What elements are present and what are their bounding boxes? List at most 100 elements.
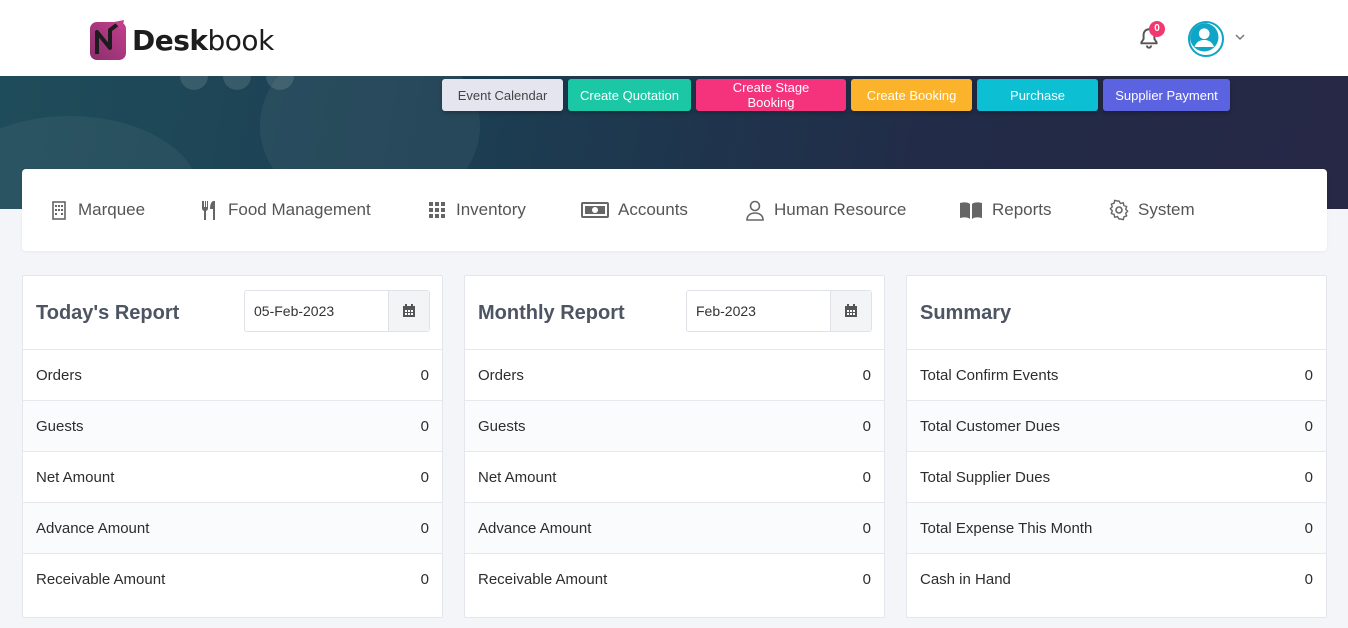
row-value: 0: [862, 571, 871, 588]
table-row: Net Amount 0: [465, 452, 884, 503]
module-label: Reports: [992, 200, 1052, 219]
module-reports[interactable]: Reports: [958, 199, 1052, 221]
logo-text-desk: Desk: [132, 23, 208, 57]
card-title: Today's Report: [36, 302, 180, 324]
row-value: 0: [1304, 417, 1313, 435]
quick-actions: Event Calendar Create Quotation Create S…: [442, 79, 1230, 111]
row-value: 0: [420, 417, 429, 435]
book-icon: [960, 202, 982, 219]
month-picker[interactable]: Feb-2023: [686, 290, 872, 332]
module-label: Inventory: [456, 200, 526, 219]
row-value: 0: [1304, 468, 1313, 486]
building-icon: [52, 201, 66, 220]
card-header: Monthly Report Feb-2023: [465, 276, 884, 350]
row-value: 0: [420, 519, 429, 537]
row-label: Net Amount: [36, 468, 115, 486]
table-row: Advance Amount 0: [465, 503, 884, 554]
table-row: Total Customer Dues 0: [907, 401, 1326, 452]
row-value: 0: [420, 468, 429, 486]
table-row: Total Expense This Month 0: [907, 503, 1326, 554]
row-label: Advance Amount: [478, 519, 592, 537]
module-food-management[interactable]: Food Management: [198, 199, 371, 221]
row-label: Cash in Hand: [920, 571, 1011, 588]
table-row: Guests 0: [23, 401, 442, 452]
row-label: Orders: [478, 366, 524, 384]
date-picker[interactable]: 05-Feb-2023: [244, 290, 430, 332]
table-row: Cash in Hand 0: [907, 554, 1326, 605]
user-icon: [1190, 23, 1219, 52]
logo-mark-icon: [90, 20, 126, 60]
notification-badge: 0: [1149, 21, 1165, 37]
card-header: Summary: [907, 276, 1326, 350]
module-nav: Marquee Food Management Inventory Accoun…: [22, 169, 1327, 251]
create-stage-booking-button[interactable]: Create Stage Booking: [696, 79, 846, 111]
row-value: 0: [862, 366, 871, 384]
row-value: 0: [420, 571, 429, 588]
module-accounts[interactable]: Accounts: [580, 199, 688, 221]
chevron-down-icon[interactable]: [1234, 31, 1246, 43]
row-value: 0: [1304, 519, 1313, 537]
calendar-button[interactable]: [830, 291, 871, 331]
module-marquee[interactable]: Marquee: [48, 199, 145, 221]
row-value: 0: [420, 366, 429, 384]
month-field[interactable]: Feb-2023: [687, 291, 830, 331]
card-title: Monthly Report: [478, 302, 625, 324]
row-label: Guests: [478, 417, 526, 435]
money-icon: [581, 202, 609, 218]
table-row: Advance Amount 0: [23, 503, 442, 554]
module-inventory[interactable]: Inventory: [426, 199, 526, 221]
row-label: Total Supplier Dues: [920, 468, 1051, 486]
create-quotation-button[interactable]: Create Quotation: [568, 79, 691, 111]
table-row: Receivable Amount 0: [23, 554, 442, 605]
report-rows: Orders 0 Guests 0 Net Amount 0 Advance Amou…: [465, 350, 884, 605]
module-label: Food Management: [228, 200, 371, 219]
row-label: Total Customer Dues: [920, 417, 1061, 435]
calendar-icon: [845, 304, 857, 317]
row-value: 0: [862, 468, 871, 486]
person-icon: [746, 200, 764, 221]
hero-dot: [180, 76, 208, 90]
row-label: Orders: [36, 366, 82, 384]
logo-text-book: book: [207, 23, 275, 57]
row-label: Total Expense This Month: [920, 519, 1093, 537]
table-row: Total Supplier Dues 0: [907, 452, 1326, 503]
table-row: Orders 0: [465, 350, 884, 401]
utensils-icon: [201, 201, 215, 220]
gear-icon: [1109, 199, 1129, 221]
summary-card: Summary Total Confirm Events 0 Total Cust…: [906, 275, 1327, 618]
create-booking-button[interactable]: Create Booking: [851, 79, 972, 111]
card-header: Today's Report 05-Feb-2023: [23, 276, 442, 350]
calendar-button[interactable]: [388, 291, 429, 331]
row-label: Total Confirm Events: [920, 366, 1059, 384]
summary-rows: Total Confirm Events 0 Total Customer Due…: [907, 350, 1326, 605]
user-avatar[interactable]: [1188, 21, 1224, 57]
module-label: Accounts: [618, 200, 688, 219]
card-title: Summary: [920, 302, 1012, 324]
event-calendar-button[interactable]: Event Calendar: [442, 79, 563, 111]
todays-report-card: Today's Report 05-Feb-2023 Orders 0 Guest…: [22, 275, 443, 618]
supplier-payment-button[interactable]: Supplier Payment: [1103, 79, 1230, 111]
row-label: Net Amount: [478, 468, 557, 486]
table-row: Orders 0: [23, 350, 442, 401]
module-human-resource[interactable]: Human Resource: [744, 199, 906, 221]
module-label: System: [1138, 200, 1195, 219]
row-label: Advance Amount: [36, 519, 150, 537]
table-row: Receivable Amount 0: [465, 554, 884, 605]
app-logo[interactable]: Deskbook: [88, 18, 274, 62]
row-label: Receivable Amount: [36, 571, 166, 588]
report-rows: Orders 0 Guests 0 Net Amount 0 Advance Amou…: [23, 350, 442, 605]
monthly-report-card: Monthly Report Feb-2023 Orders 0 Guests 0 …: [464, 275, 885, 618]
date-field[interactable]: 05-Feb-2023: [245, 291, 388, 331]
calendar-icon: [403, 304, 415, 317]
row-value: 0: [862, 417, 871, 435]
row-value: 0: [1304, 571, 1313, 588]
grid-icon: [429, 202, 445, 218]
module-system[interactable]: System: [1108, 199, 1195, 221]
row-value: 0: [1304, 366, 1313, 384]
module-label: Human Resource: [774, 200, 907, 219]
table-row: Net Amount 0: [23, 452, 442, 503]
row-label: Receivable Amount: [478, 571, 608, 588]
purchase-button[interactable]: Purchase: [977, 79, 1098, 111]
module-label: Marquee: [78, 200, 146, 219]
hero-dot: [223, 76, 251, 90]
